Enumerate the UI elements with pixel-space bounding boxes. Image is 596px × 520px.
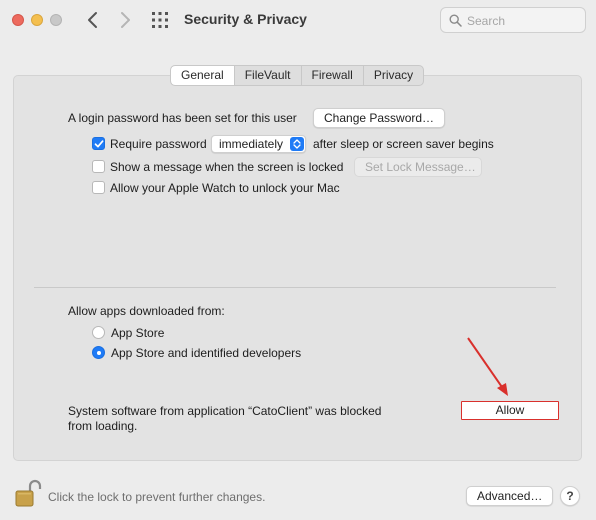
allow-apps-heading: Allow apps downloaded from: [68, 304, 225, 318]
search-field[interactable] [440, 7, 586, 33]
annotation-arrow-icon [467, 337, 508, 396]
radio-identified-developers[interactable] [92, 346, 105, 359]
radio-identified-developers-label: App Store and identified developers [111, 346, 302, 360]
popup-selected-value: immediately [219, 137, 284, 151]
show-all-button[interactable] [151, 11, 169, 29]
require-password-label: Require password [110, 137, 207, 151]
tab-filevault[interactable]: FileVault [233, 66, 301, 85]
radio-app-store[interactable] [92, 326, 105, 339]
blocked-message-line2: from loading. [68, 419, 138, 433]
minimize-window-button[interactable] [31, 14, 43, 26]
forward-button[interactable] [114, 8, 136, 32]
help-button[interactable]: ? [560, 486, 580, 506]
set-lock-message-button[interactable]: Set Lock Message… [354, 157, 482, 177]
tab-firewall[interactable]: Firewall [300, 66, 363, 85]
zoom-window-button[interactable] [50, 14, 62, 26]
require-password-delay-popup[interactable]: immediately [211, 135, 306, 153]
back-button[interactable] [82, 8, 104, 32]
chevron-left-icon [88, 12, 97, 28]
tab-privacy[interactable]: Privacy [362, 66, 423, 85]
unlocked-padlock-icon [15, 479, 42, 507]
show-message-checkbox[interactable] [92, 160, 105, 173]
apple-watch-checkbox[interactable] [92, 181, 105, 194]
require-password-suffix: after sleep or screen saver begins [313, 137, 494, 151]
lock-button[interactable] [13, 478, 43, 508]
lock-message: Click the lock to prevent further change… [48, 490, 266, 504]
grid-icon [152, 12, 168, 28]
section-divider [34, 287, 556, 288]
close-window-button[interactable] [12, 14, 24, 26]
require-password-checkbox[interactable] [92, 137, 105, 150]
show-message-label: Show a message when the screen is locked [110, 160, 344, 174]
chevron-right-icon [121, 12, 130, 28]
tab-general[interactable]: General [171, 66, 234, 85]
change-password-button[interactable]: Change Password… [313, 108, 446, 128]
window-title: Security & Privacy [184, 11, 307, 27]
popup-arrows-icon [290, 137, 304, 151]
title-bar: Security & Privacy [0, 0, 596, 40]
search-icon [449, 14, 462, 27]
search-input[interactable] [467, 12, 579, 29]
apple-watch-label: Allow your Apple Watch to unlock your Ma… [110, 181, 340, 195]
blocked-message-line1: System software from application “CatoCl… [68, 404, 382, 418]
tab-bar: General FileVault Firewall Privacy [170, 65, 425, 86]
allow-button[interactable]: Allow [461, 401, 559, 420]
checkmark-icon [94, 140, 104, 148]
login-password-label: A login password has been set for this u… [68, 111, 297, 125]
radio-app-store-label: App Store [111, 326, 165, 340]
advanced-button[interactable]: Advanced… [466, 486, 554, 506]
